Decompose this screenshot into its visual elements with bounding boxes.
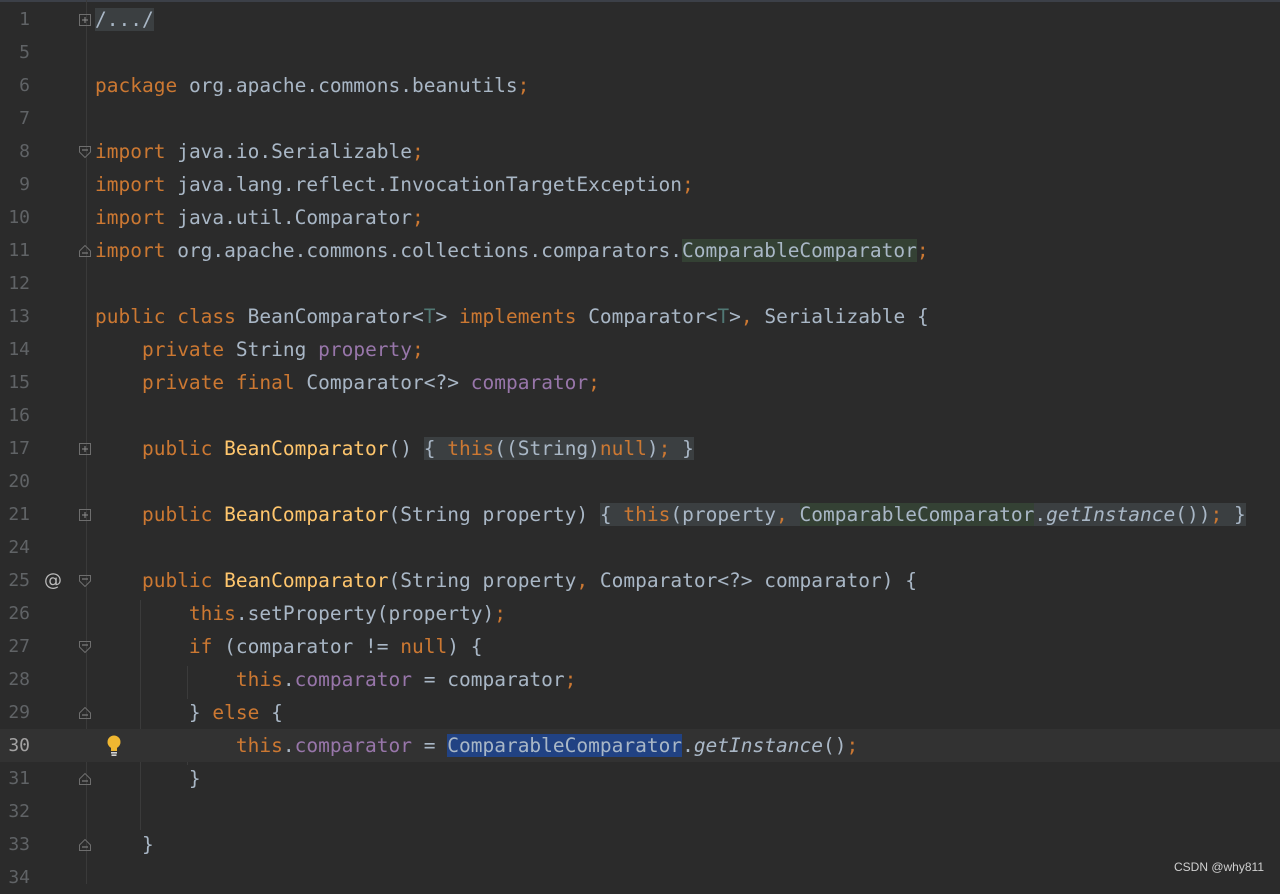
code-line: 6 package org.apache.commons.beanutils; bbox=[0, 69, 1280, 102]
code-text[interactable]: import java.lang.reflect.InvocationTarge… bbox=[95, 168, 694, 201]
code-line: 34 bbox=[0, 861, 1280, 894]
fold-end-icon[interactable] bbox=[79, 839, 91, 851]
code-text[interactable]: } bbox=[95, 828, 154, 861]
code-text[interactable]: this.comparator = ComparableComparator.g… bbox=[95, 729, 858, 762]
code-line: 21 public BeanComparator(String property… bbox=[0, 498, 1280, 531]
code-line: 33 } bbox=[0, 828, 1280, 861]
line-number: 27 bbox=[8, 636, 30, 657]
window-top-border bbox=[0, 0, 1280, 2]
code-line: 28 this.comparator = comparator; bbox=[0, 663, 1280, 696]
code-text[interactable]: /.../ bbox=[95, 3, 154, 36]
line-number: 1 bbox=[19, 9, 30, 30]
line-number: 33 bbox=[8, 834, 30, 855]
code-line: 11 import org.apache.commons.collections… bbox=[0, 234, 1280, 267]
line-number: 16 bbox=[8, 405, 30, 426]
code-line: 16 bbox=[0, 399, 1280, 432]
code-line: 8 import java.io.Serializable; bbox=[0, 135, 1280, 168]
line-number: 12 bbox=[8, 273, 30, 294]
code-text[interactable]: this.setProperty(property); bbox=[95, 597, 506, 630]
fold-collapse-icon[interactable] bbox=[79, 641, 91, 653]
code-text[interactable]: public BeanComparator(String property) {… bbox=[95, 498, 1246, 531]
line-number: 8 bbox=[19, 141, 30, 162]
watermark: CSDN @why811 bbox=[1174, 860, 1264, 874]
code-line: 7 bbox=[0, 102, 1280, 135]
annotation-icon[interactable]: @ bbox=[44, 564, 62, 597]
code-line: 1 /.../ bbox=[0, 3, 1280, 36]
code-line: 27 if (comparator != null) { bbox=[0, 630, 1280, 663]
code-text[interactable]: package org.apache.commons.beanutils; bbox=[95, 69, 529, 102]
fold-expand-icon[interactable] bbox=[79, 443, 91, 455]
code-text[interactable]: } else { bbox=[95, 696, 283, 729]
line-number: 15 bbox=[8, 372, 30, 393]
code-text[interactable]: public class BeanComparator<T> implement… bbox=[95, 300, 929, 333]
fold-end-icon[interactable] bbox=[79, 245, 91, 257]
line-number: 21 bbox=[8, 504, 30, 525]
code-line: 26 this.setProperty(property); bbox=[0, 597, 1280, 630]
code-text[interactable]: private final Comparator<?> comparator; bbox=[95, 366, 600, 399]
code-line: 12 bbox=[0, 267, 1280, 300]
line-number: 24 bbox=[8, 537, 30, 558]
code-line: 14 private String property; bbox=[0, 333, 1280, 366]
line-number: 30 bbox=[8, 735, 30, 756]
code-text[interactable]: public BeanComparator(String property, C… bbox=[95, 564, 917, 597]
line-number: 6 bbox=[19, 75, 30, 96]
line-number: 5 bbox=[19, 42, 30, 63]
line-number: 28 bbox=[8, 669, 30, 690]
line-number: 34 bbox=[8, 867, 30, 888]
code-line: 31 } bbox=[0, 762, 1280, 795]
code-text[interactable]: import java.util.Comparator; bbox=[95, 201, 424, 234]
code-text[interactable]: if (comparator != null) { bbox=[95, 630, 483, 663]
usage-highlight: ComparableComparator bbox=[682, 239, 917, 262]
fold-end-icon[interactable] bbox=[79, 707, 91, 719]
code-text[interactable]: public BeanComparator() { this((String)n… bbox=[95, 432, 694, 465]
code-line: 17 public BeanComparator() { this((Strin… bbox=[0, 432, 1280, 465]
fold-collapse-icon[interactable] bbox=[79, 575, 91, 587]
line-number: 26 bbox=[8, 603, 30, 624]
folded-region[interactable]: /.../ bbox=[95, 8, 154, 31]
code-line: 32 bbox=[0, 795, 1280, 828]
code-line: 5 bbox=[0, 36, 1280, 69]
line-number: 29 bbox=[8, 702, 30, 723]
code-line: 25 @ public BeanComparator(String proper… bbox=[0, 564, 1280, 597]
line-number: 20 bbox=[8, 471, 30, 492]
code-line-current: 30 this.comparator = ComparableComparato… bbox=[0, 729, 1280, 762]
line-number: 9 bbox=[19, 174, 30, 195]
code-line: 10 import java.util.Comparator; bbox=[0, 201, 1280, 234]
usage-highlight: ComparableComparator bbox=[799, 503, 1035, 526]
code-text[interactable]: this.comparator = comparator; bbox=[95, 663, 577, 696]
line-number: 32 bbox=[8, 801, 30, 822]
line-number: 11 bbox=[8, 240, 30, 261]
folded-region[interactable]: { this((String)null); } bbox=[423, 437, 694, 460]
line-number: 31 bbox=[8, 768, 30, 789]
code-line: 15 private final Comparator<?> comparato… bbox=[0, 366, 1280, 399]
line-number: 25 bbox=[8, 570, 30, 591]
fold-collapse-icon[interactable] bbox=[79, 146, 91, 158]
code-text[interactable]: private String property; bbox=[95, 333, 424, 366]
code-text[interactable]: } bbox=[95, 762, 201, 795]
code-line: 20 bbox=[0, 465, 1280, 498]
fold-end-icon[interactable] bbox=[79, 773, 91, 785]
line-number: 10 bbox=[8, 207, 30, 228]
code-line: 24 bbox=[0, 531, 1280, 564]
fold-expand-icon[interactable] bbox=[79, 14, 91, 26]
line-number: 17 bbox=[8, 438, 30, 459]
code-line: 13 public class BeanComparator<T> implem… bbox=[0, 300, 1280, 333]
code-line: 9 import java.lang.reflect.InvocationTar… bbox=[0, 168, 1280, 201]
code-text[interactable]: import java.io.Serializable; bbox=[95, 135, 424, 168]
line-number: 7 bbox=[19, 108, 30, 129]
folded-region[interactable]: { this(property, ComparableComparator.ge… bbox=[599, 503, 1246, 526]
line-number: 14 bbox=[8, 339, 30, 360]
code-line: 29 } else { bbox=[0, 696, 1280, 729]
line-number: 13 bbox=[8, 306, 30, 327]
selected-identifier: ComparableComparator bbox=[447, 734, 683, 757]
fold-expand-icon[interactable] bbox=[79, 509, 91, 521]
code-text[interactable]: import org.apache.commons.collections.co… bbox=[95, 234, 929, 267]
